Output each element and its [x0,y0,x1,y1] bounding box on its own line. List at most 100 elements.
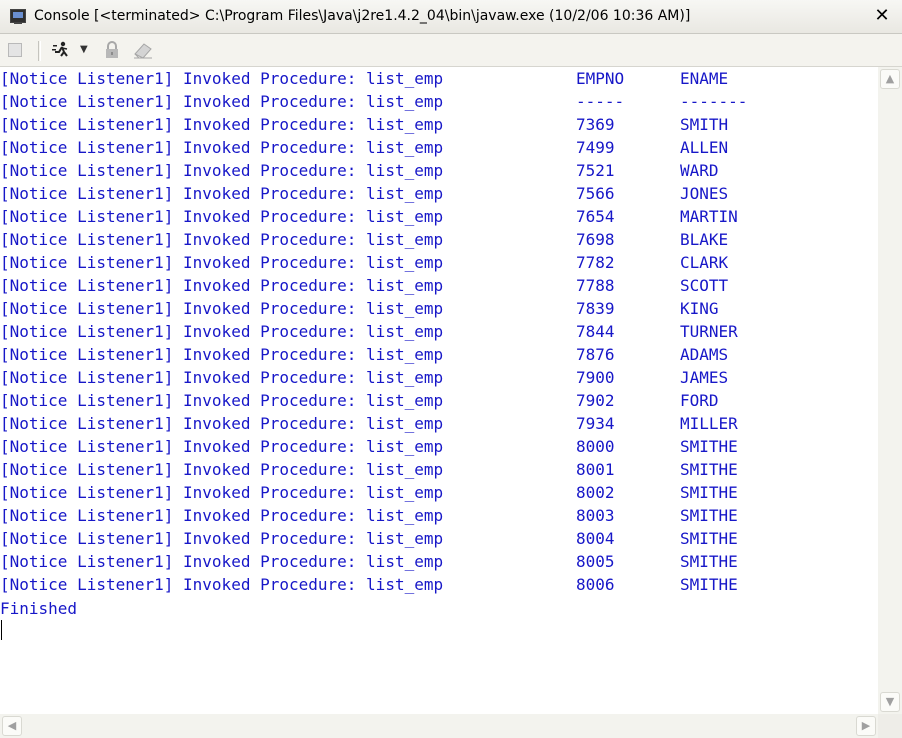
console-line-ename: SMITHE [680,437,738,456]
console-line-prefix: [Notice Listener1] Invoked Procedure: li… [0,437,444,456]
console-line-ename: BLAKE [680,230,729,249]
scroll-down-button[interactable]: ▼ [880,692,900,712]
finished-line: Finished [0,597,77,620]
console-line-empno: 8004 [576,529,615,548]
toolbar-separator [38,41,39,61]
console-line-ename: SMITHE [680,506,738,525]
horizontal-scrollbar[interactable]: ◀ ▶ [0,714,878,738]
console-line-empno: 7876 [576,345,615,364]
scroll-right-button[interactable]: ▶ [856,716,876,736]
console-line-prefix: [Notice Listener1] Invoked Procedure: li… [0,552,444,571]
console-line-ename: MARTIN [680,207,738,226]
console-line-empno: 7499 [576,138,615,157]
title-bar: Console [<terminated> C:\Program Files\J… [0,0,902,34]
console-view-icon [10,9,26,24]
console-line-empno: 7934 [576,414,615,433]
console-line-ename: ADAMS [680,345,729,364]
console-line-empno: 7782 [576,253,615,272]
console-lines: [Notice Listener1] Invoked Procedure: li… [0,67,878,596]
console-line-prefix: [Notice Listener1] Invoked Procedure: li… [0,161,444,180]
console-line-prefix: [Notice Listener1] Invoked Procedure: li… [0,299,444,318]
console-line-ename: ENAME [680,69,729,88]
console-line-ename: SCOTT [680,276,729,295]
console-line: [Notice Listener1] Invoked Procedure: li… [0,435,878,458]
console-line-ename: SMITHE [680,575,738,594]
console-line-empno: 8005 [576,552,615,571]
console-line-ename: KING [680,299,719,318]
text-caret [1,620,2,640]
console-line-prefix: [Notice Listener1] Invoked Procedure: li… [0,345,444,364]
console-line: [Notice Listener1] Invoked Procedure: li… [0,320,878,343]
finished-text: Finished [0,599,78,618]
console-line: [Notice Listener1] Invoked Procedure: li… [0,251,878,274]
toolbar-separator-highlight [40,41,41,61]
console-line: [Notice Listener1] Invoked Procedure: li… [0,343,878,366]
console-line-prefix: [Notice Listener1] Invoked Procedure: li… [0,184,444,203]
console-line-empno: 8006 [576,575,615,594]
console-line: [Notice Listener1] Invoked Procedure: li… [0,550,878,573]
console-line: [Notice Listener1] Invoked Procedure: li… [0,458,878,481]
console-line-empno: 8002 [576,483,615,502]
console-line-ename: CLARK [680,253,729,272]
console-line: [Notice Listener1] Invoked Procedure: li… [0,182,878,205]
console-line-ename: ALLEN [680,138,729,157]
console-line-prefix: [Notice Listener1] Invoked Procedure: li… [0,92,444,111]
console-line: [Notice Listener1] Invoked Procedure: li… [0,228,878,251]
console-line: [Notice Listener1] Invoked Procedure: li… [0,366,878,389]
console-line-prefix: [Notice Listener1] Invoked Procedure: li… [0,483,444,502]
console-line-prefix: [Notice Listener1] Invoked Procedure: li… [0,138,444,157]
console-line-empno: 7521 [576,161,615,180]
console-line: [Notice Listener1] Invoked Procedure: li… [0,297,878,320]
console-line-ename: ------- [680,92,748,111]
console-line: [Notice Listener1] Invoked Procedure: li… [0,412,878,435]
vertical-scrollbar[interactable]: ▲ ▼ [878,67,902,714]
console-line-empno: 7844 [576,322,615,341]
console-line-empno: 7900 [576,368,615,387]
dropdown-icon[interactable]: ▼ [80,41,90,59]
close-button[interactable]: ✕ [872,6,892,26]
console-output[interactable]: [Notice Listener1] Invoked Procedure: li… [0,67,878,714]
console-line-empno: 7839 [576,299,615,318]
console-line-empno: 8000 [576,437,615,456]
console-line-prefix: [Notice Listener1] Invoked Procedure: li… [0,460,444,479]
scroll-up-button[interactable]: ▲ [880,69,900,89]
console-line: [Notice Listener1] Invoked Procedure: li… [0,136,878,159]
scroll-lock-icon[interactable] [104,41,120,59]
console-line-prefix: [Notice Listener1] Invoked Procedure: li… [0,414,444,433]
console-line-empno: 7566 [576,184,615,203]
console-line-prefix: [Notice Listener1] Invoked Procedure: li… [0,575,444,594]
console-title: Console [<terminated> C:\Program Files\J… [34,8,691,24]
console-line: [Notice Listener1] Invoked Procedure: li… [0,90,878,113]
console-line: [Notice Listener1] Invoked Procedure: li… [0,67,878,90]
console-line-empno: 7788 [576,276,615,295]
console-line: [Notice Listener1] Invoked Procedure: li… [0,205,878,228]
console-line-prefix: [Notice Listener1] Invoked Procedure: li… [0,368,444,387]
console-line-ename: SMITHE [680,483,738,502]
console-line: [Notice Listener1] Invoked Procedure: li… [0,159,878,182]
console-line-empno: 7654 [576,207,615,226]
console-line: [Notice Listener1] Invoked Procedure: li… [0,527,878,550]
console-line: [Notice Listener1] Invoked Procedure: li… [0,504,878,527]
console-line-prefix: [Notice Listener1] Invoked Procedure: li… [0,207,444,226]
console-line-prefix: [Notice Listener1] Invoked Procedure: li… [0,322,444,341]
console-line-ename: SMITHE [680,529,738,548]
console-line: [Notice Listener1] Invoked Procedure: li… [0,481,878,504]
clear-console-icon[interactable] [132,41,154,59]
console-line-ename: JAMES [680,368,729,387]
console-line-empno: ----- [576,92,625,111]
console-line-ename: SMITHE [680,552,738,571]
console-line-prefix: [Notice Listener1] Invoked Procedure: li… [0,276,444,295]
console-line-empno: EMPNO [576,69,625,88]
console-line-ename: SMITHE [680,460,738,479]
display-selected-console-icon[interactable] [52,41,72,59]
scroll-left-button[interactable]: ◀ [2,716,22,736]
terminate-icon[interactable] [8,43,22,57]
console-line-empno: 7698 [576,230,615,249]
scrollbar-corner [878,714,902,738]
console-line: [Notice Listener1] Invoked Procedure: li… [0,573,878,596]
console-line: [Notice Listener1] Invoked Procedure: li… [0,274,878,297]
console-line-ename: SMITH [680,115,729,134]
console-line: [Notice Listener1] Invoked Procedure: li… [0,389,878,412]
console-line-prefix: [Notice Listener1] Invoked Procedure: li… [0,506,444,525]
console-line-empno: 8001 [576,460,615,479]
